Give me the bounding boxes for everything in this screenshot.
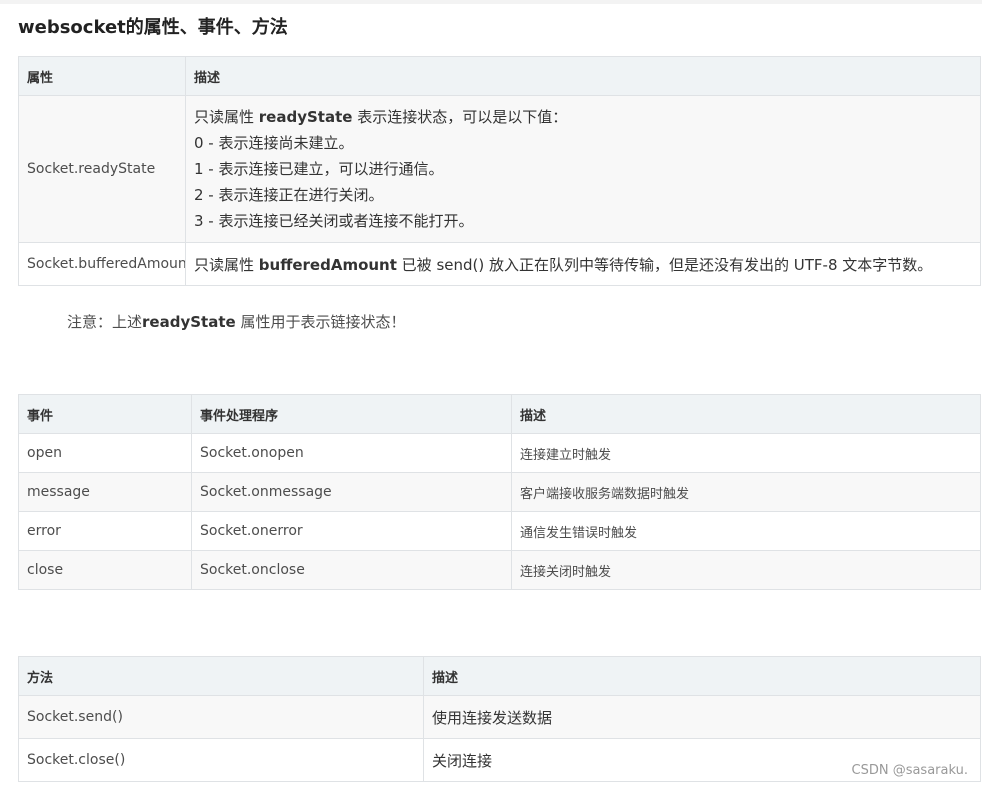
event-name: open: [18, 433, 192, 473]
event-description: 客户端接收服务端数据时触发: [511, 472, 981, 512]
event-name: error: [18, 511, 192, 551]
property-name: Socket.bufferedAmount: [18, 242, 186, 286]
properties-header-row: 属性 描述: [18, 56, 981, 96]
readystate-note: 注意：上述readyState 属性用于表示链接状态！: [67, 311, 405, 333]
method-name: Socket.send(): [18, 695, 424, 739]
event-handler: Socket.onmessage: [191, 472, 512, 512]
event-name: close: [18, 550, 192, 590]
readystate-value: 0 - 表示连接尚未建立。: [194, 134, 354, 152]
note-keyword: readyState: [142, 313, 236, 331]
event-description: 连接关闭时触发: [511, 550, 981, 590]
table-row: message Socket.onmessage 客户端接收服务端数据时触发: [18, 472, 981, 512]
desc-text: 只读属性: [194, 255, 259, 274]
methods-table: 方法 描述 Socket.send() 使用连接发送数据 Socket.clos…: [18, 656, 981, 782]
events-table: 事件 事件处理程序 描述 open Socket.onopen 连接建立时触发 …: [18, 394, 981, 590]
event-handler: Socket.onopen: [191, 433, 512, 473]
properties-header-property: 属性: [18, 56, 186, 96]
event-handler: Socket.onclose: [191, 550, 512, 590]
events-header-description: 描述: [511, 394, 981, 434]
method-description: 使用连接发送数据: [423, 695, 981, 739]
readystate-value: 1 - 表示连接已建立，可以进行通信。: [194, 160, 444, 178]
property-description: 只读属性 bufferedAmount 已被 send() 放入正在队列中等待传…: [185, 242, 981, 286]
readystate-value: 2 - 表示连接正在进行关闭。: [194, 186, 384, 204]
properties-table: 属性 描述 Socket.readyState 只读属性 readyState …: [18, 56, 981, 286]
table-row: Socket.close() 关闭连接: [18, 738, 981, 782]
table-row: close Socket.onclose 连接关闭时触发: [18, 550, 981, 590]
note-text: 注意：上述: [67, 313, 143, 331]
methods-header-description: 描述: [423, 656, 981, 696]
property-name: Socket.readyState: [18, 95, 186, 243]
page-heading: websocket的属性、事件、方法: [18, 17, 288, 38]
table-row: open Socket.onopen 连接建立时触发: [18, 433, 981, 473]
event-handler: Socket.onerror: [191, 511, 512, 551]
readystate-value: 3 - 表示连接已经关闭或者连接不能打开。: [194, 212, 474, 230]
methods-header-method: 方法: [18, 656, 424, 696]
methods-header-row: 方法 描述: [18, 656, 981, 696]
csdn-watermark: CSDN @sasaraku.: [851, 763, 969, 778]
intro-text: 表示连接状态，可以是以下值：: [352, 108, 568, 126]
events-header-row: 事件 事件处理程序 描述: [18, 394, 981, 434]
table-row: Socket.readyState 只读属性 readyState 表示连接状态…: [18, 95, 981, 243]
event-name: message: [18, 472, 192, 512]
desc-text: 已被 send() 放入正在队列中等待传输，但是还没有发出的 UTF-8 文本字…: [396, 255, 933, 274]
events-header-event: 事件: [18, 394, 192, 434]
readystate-intro: 只读属性 readyState 表示连接状态，可以是以下值：: [194, 104, 972, 130]
method-name: Socket.close(): [18, 738, 424, 782]
intro-text: 只读属性: [194, 108, 259, 126]
desc-keyword: bufferedAmount: [258, 255, 397, 274]
table-row: error Socket.onerror 通信发生错误时触发: [18, 511, 981, 551]
table-row: Socket.bufferedAmount 只读属性 bufferedAmoun…: [18, 242, 981, 286]
intro-keyword: readyState: [258, 108, 353, 126]
events-header-handler: 事件处理程序: [191, 394, 512, 434]
properties-header-description: 描述: [185, 56, 981, 96]
event-description: 连接建立时触发: [511, 433, 981, 473]
note-text: 属性用于表示链接状态！: [235, 313, 406, 331]
property-description: 只读属性 readyState 表示连接状态，可以是以下值： 0 - 表示连接尚…: [185, 95, 981, 243]
event-description: 通信发生错误时触发: [511, 511, 981, 551]
top-divider: [0, 0, 982, 4]
table-row: Socket.send() 使用连接发送数据: [18, 695, 981, 739]
